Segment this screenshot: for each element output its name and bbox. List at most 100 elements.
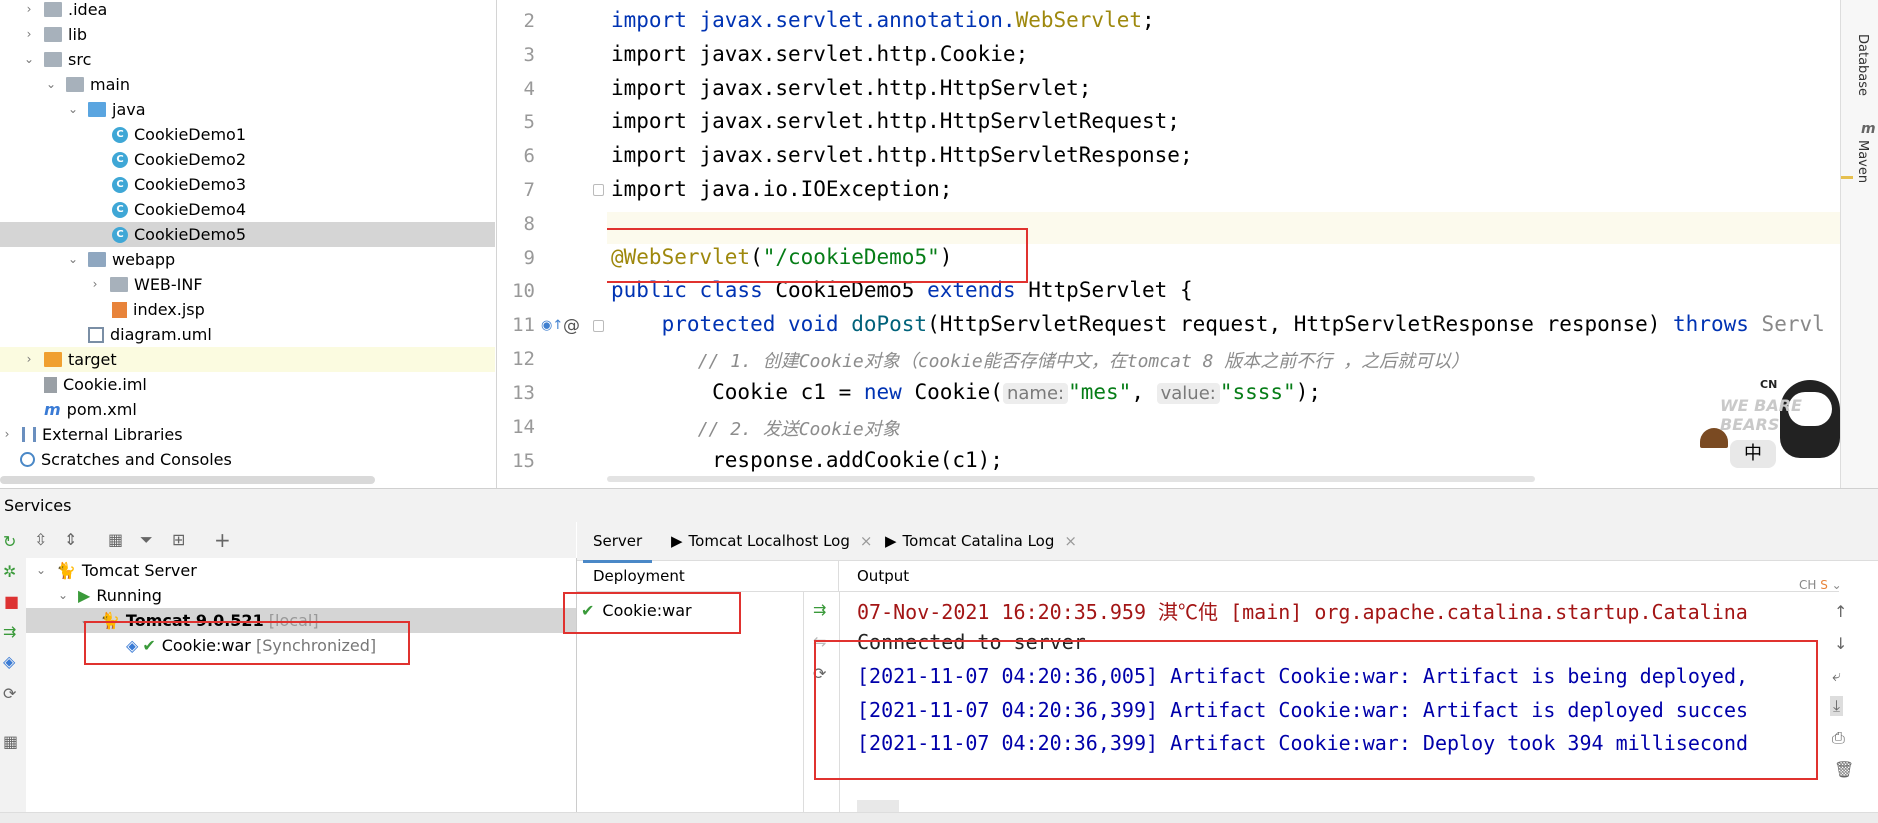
tomcat-icon: 🐈	[56, 561, 76, 580]
debug-icon[interactable]: ✲	[3, 562, 16, 581]
code-line-7: import java.io.IOException;	[611, 177, 953, 201]
tree-item-main[interactable]: ⌄ main	[44, 72, 130, 97]
highlight-box-artifact	[84, 621, 410, 665]
class-icon: C	[112, 126, 128, 143]
chevron-right-icon[interactable]: ›	[0, 422, 14, 447]
chevron-down-icon[interactable]: ⌄	[44, 72, 58, 97]
editor-gutter: 2 3 4 5 6 7 8 9 10 11 12 13 14 15 ◉↑ @	[497, 0, 607, 488]
chevron-down-icon[interactable]: ⌄	[22, 47, 36, 72]
tab-localhost-log[interactable]: ▶ Tomcat Localhost Log ×	[661, 522, 882, 560]
tree-item-diagram-uml[interactable]: diagram.uml	[88, 322, 212, 347]
deploy-arrow-icon[interactable]: ⇉	[813, 600, 826, 619]
close-icon[interactable]: ×	[1064, 532, 1077, 550]
class-icon: C	[112, 201, 128, 218]
tree-item-label: src	[68, 50, 92, 69]
implement-gutter-icon[interactable]: ◉↑	[541, 318, 563, 333]
annotation-gutter-icon[interactable]: @	[563, 316, 580, 336]
line-number: 10	[512, 280, 535, 302]
tree-item-webapp[interactable]: ⌄ webapp	[66, 247, 175, 272]
soft-wrap-icon[interactable]: ⤶	[1832, 666, 1841, 686]
ime-indicator: CH S ⌄	[1799, 578, 1842, 592]
tab-server[interactable]: Server	[583, 522, 653, 563]
tree-scrollbar[interactable]	[0, 476, 375, 484]
print-icon[interactable]: ⎙	[1832, 728, 1845, 748]
tree-item-cookie-iml[interactable]: Cookie.iml	[44, 372, 147, 397]
expand-all-icon[interactable]: ⇳	[34, 530, 47, 549]
refresh-icon[interactable]: ⟳	[3, 684, 16, 703]
service-running[interactable]: ⌄ ▶ Running	[56, 583, 162, 608]
status-bar	[0, 812, 1878, 823]
add-icon[interactable]: +	[214, 528, 231, 552]
trash-icon[interactable]: 🗑	[1834, 760, 1854, 779]
chevron-down-icon[interactable]: ⌄	[34, 558, 48, 583]
line-number: 6	[523, 145, 535, 167]
filter-icon[interactable]: ⏷	[140, 530, 153, 550]
tree-item-index-jsp[interactable]: index.jsp	[112, 297, 205, 322]
highlight-box-annotation	[607, 228, 1028, 283]
new-tab-icon[interactable]: ⊞	[172, 530, 185, 549]
folder-icon	[44, 2, 62, 17]
deploy-icon[interactable]: ⇉	[3, 622, 16, 641]
code-editor[interactable]: import javax.servlet.annotation.WebServl…	[607, 0, 1840, 488]
tree-item-label: CookieDemo5	[134, 225, 247, 244]
tree-item-scratches[interactable]: Scratches and Consoles	[20, 447, 232, 472]
deployment-header: Deployment	[577, 560, 839, 592]
arrow-down-icon[interactable]: ↓	[1834, 634, 1847, 653]
tree-item-label: WEB-INF	[134, 275, 203, 294]
tree-item-cookiedemo1[interactable]: C CookieDemo1	[112, 122, 246, 147]
tree-item-label: target	[68, 350, 117, 369]
code-line-6: import javax.servlet.http.HttpServletRes…	[611, 143, 1193, 167]
code-line-2: import javax.servlet.annotation.WebServl…	[611, 8, 1155, 32]
close-icon[interactable]: ×	[860, 532, 873, 550]
layout-icon[interactable]: ▦	[3, 732, 18, 751]
tree-item-java[interactable]: ⌄ java	[66, 97, 146, 122]
scroll-to-end-icon[interactable]: ⤓	[1830, 696, 1844, 716]
service-tomcat-server[interactable]: ⌄ 🐈 Tomcat Server	[34, 558, 197, 583]
maven-tool-tab[interactable]: Maven	[1855, 140, 1870, 183]
tree-item-label: lib	[68, 25, 88, 44]
group-by-icon[interactable]: ▦	[108, 530, 123, 549]
tree-item-pom-xml[interactable]: m pom.xml	[44, 397, 137, 422]
chevron-right-icon[interactable]: ›	[22, 0, 36, 22]
tree-item-external-libraries[interactable]: › External Libraries	[0, 422, 183, 447]
tree-item-label: webapp	[112, 250, 176, 269]
sticker-brand-text: WE BARE BEARS	[1720, 396, 1802, 434]
chevron-right-icon[interactable]: ›	[88, 272, 102, 297]
arrow-up-icon[interactable]: ↑	[1834, 602, 1847, 621]
chevron-down-icon[interactable]: ⌄	[66, 247, 80, 272]
chevron-right-icon[interactable]: ›	[22, 347, 36, 372]
code-line-11: protected void doPost(HttpServletRequest…	[611, 312, 1825, 336]
tree-item-cookiedemo2[interactable]: C CookieDemo2	[112, 147, 246, 172]
fold-icon[interactable]	[593, 184, 604, 196]
chevron-down-icon[interactable]: ⌄	[56, 583, 70, 608]
code-line-12: // 1. 创建Cookie对象（cookie能否存储中文，在tomcat 8 …	[611, 351, 1470, 372]
log-icon: ▶	[885, 532, 897, 550]
code-line-15: response.addCookie(c1);	[611, 448, 1003, 472]
maven-icon: m	[1861, 121, 1876, 137]
tree-item-cookiedemo3[interactable]: C CookieDemo3	[112, 172, 246, 197]
tree-item-lib[interactable]: › lib	[22, 22, 87, 47]
collapse-all-icon[interactable]: ⇕	[64, 530, 77, 549]
output-scrollbar[interactable]	[857, 800, 899, 812]
tab-catalina-log[interactable]: ▶ Tomcat Catalina Log ×	[875, 522, 1087, 560]
folder-icon	[44, 52, 62, 67]
chevron-right-icon[interactable]: ›	[22, 22, 36, 47]
editor-h-scrollbar[interactable]	[607, 476, 1535, 482]
line-number: 5	[523, 111, 535, 133]
log-icon: ▶	[671, 532, 683, 550]
database-tool-tab[interactable]: Database	[1855, 34, 1870, 96]
chevron-down-icon[interactable]: ⌄	[66, 97, 80, 122]
settings-diamond-icon[interactable]: ◈	[3, 652, 15, 671]
rerun-icon[interactable]: ↻	[3, 532, 16, 551]
tree-item-src[interactable]: ⌄ src	[22, 47, 91, 72]
tree-item-web-inf[interactable]: › WEB-INF	[88, 272, 203, 297]
stop-icon[interactable]: ■	[4, 592, 19, 611]
tree-item-target[interactable]: › target	[0, 347, 495, 372]
tree-item-cookiedemo5[interactable]: C CookieDemo5	[0, 222, 495, 247]
ime-lang-indicator[interactable]: 中	[1730, 440, 1776, 468]
tree-item-cookiedemo4[interactable]: C CookieDemo4	[112, 197, 246, 222]
tree-item-idea[interactable]: › .idea	[22, 0, 108, 22]
line-number: 7	[523, 179, 535, 201]
output-toolbar: ↑ ↓ ⤶ ⤓ ⎙ 🗑	[1822, 592, 1858, 822]
fold-icon[interactable]	[593, 320, 604, 332]
